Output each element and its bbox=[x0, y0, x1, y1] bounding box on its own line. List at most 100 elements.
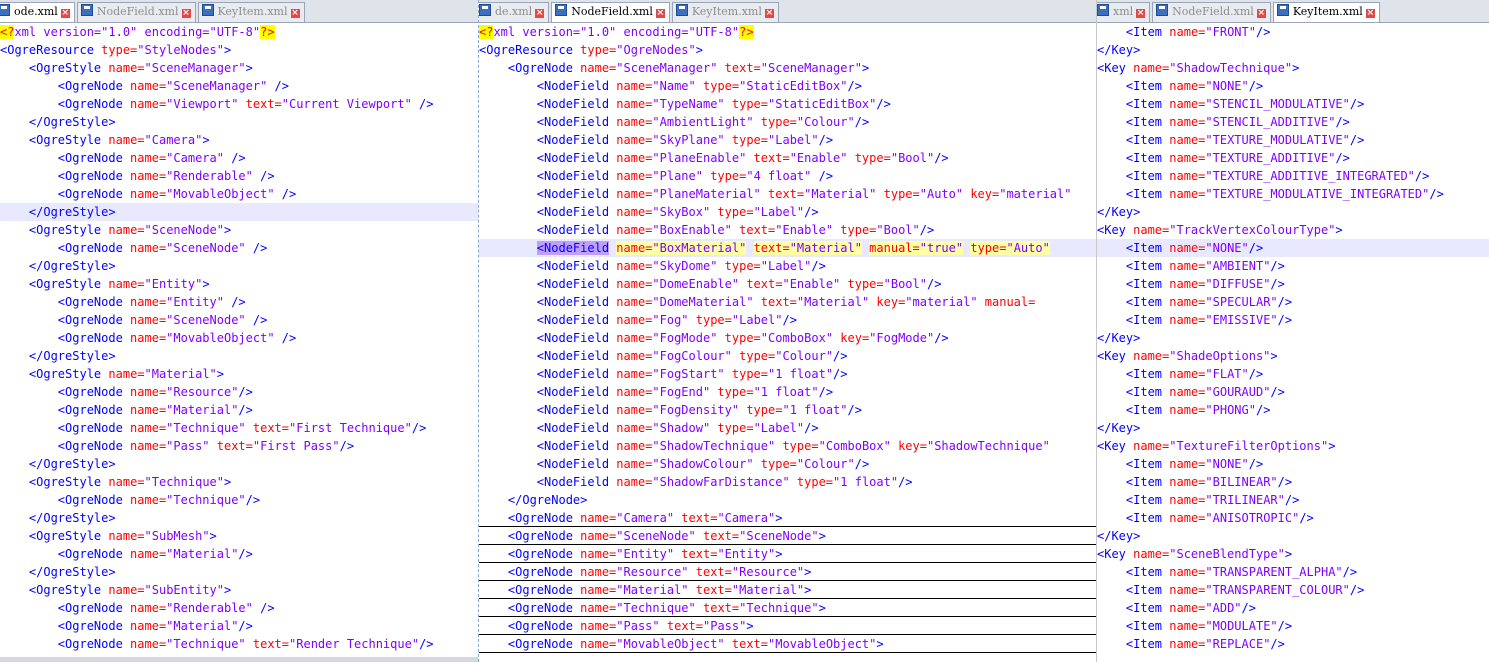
code-token: text= bbox=[674, 547, 718, 561]
code-line: <NodeField name="FogStart" type="1 float… bbox=[479, 365, 1096, 383]
close-tab-icon[interactable]: × bbox=[60, 9, 70, 18]
code-token: <OgreNode bbox=[57, 601, 131, 615]
code-token: "Technique" bbox=[144, 475, 224, 489]
code-token: name= bbox=[1133, 223, 1170, 237]
code-line: <OgreNode name="Material"/> bbox=[0, 545, 478, 563]
close-tab-icon[interactable]: × bbox=[1256, 9, 1266, 18]
code-line: <OgreNode name="Material"/> bbox=[0, 617, 478, 635]
code-token: /> bbox=[1277, 619, 1293, 633]
code-line: <OgreNode name="Technique" text="Render … bbox=[0, 635, 478, 653]
file-tab[interactable]: NodeField.xml × bbox=[551, 2, 670, 22]
code-token: "SceneManager" bbox=[166, 79, 268, 93]
code-token: manual= bbox=[977, 295, 1036, 309]
code-token: <OgreStyle bbox=[28, 367, 109, 381]
file-tab-label: KeyItem.xml bbox=[1292, 5, 1363, 18]
code-token: /> bbox=[1248, 367, 1264, 381]
code-token: > bbox=[223, 43, 232, 57]
code-token: "StaticEditBox" bbox=[768, 97, 877, 111]
code-token: "SceneNode" bbox=[739, 529, 819, 543]
file-tab[interactable]: KeyItem.xml × bbox=[1272, 2, 1380, 22]
close-tab-icon[interactable]: × bbox=[764, 9, 774, 18]
code-token: name= bbox=[108, 529, 145, 543]
code-token: text= bbox=[695, 601, 740, 615]
code-token: "material" bbox=[999, 187, 1072, 201]
code-token: <Item bbox=[1125, 367, 1170, 381]
close-tab-icon[interactable]: × bbox=[290, 9, 300, 18]
code-token: name= bbox=[130, 241, 167, 255]
code-view[interactable]: <Item name="FRONT"/> </Key> <Key name="Sha… bbox=[1097, 23, 1489, 653]
code-line: <Item name="TRANSPARENT_ALPHA"/> bbox=[1097, 563, 1489, 581]
code-line: </OgreStyle> bbox=[0, 509, 478, 527]
code-token: /> bbox=[876, 97, 891, 111]
file-tab[interactable]: NodeField.xml × bbox=[76, 2, 196, 22]
code-token: "SkyDome" bbox=[652, 259, 718, 273]
file-tab[interactable]: NodeField.xml × bbox=[1152, 2, 1271, 22]
file-tab[interactable]: KeyItem.xml × bbox=[197, 2, 305, 22]
code-token: <NodeField bbox=[536, 421, 617, 435]
file-tab[interactable]: de.xml × bbox=[479, 2, 550, 22]
code-token: name= bbox=[130, 79, 167, 93]
file-tab[interactable]: ode.xml × bbox=[0, 2, 75, 22]
code-token: "SPECULAR" bbox=[1205, 295, 1278, 309]
code-token: text= bbox=[659, 619, 703, 633]
close-tab-icon[interactable]: × bbox=[1136, 9, 1146, 18]
code-token: "ComboBox" bbox=[760, 331, 834, 345]
close-tab-icon[interactable]: × bbox=[1365, 9, 1375, 18]
code-token: /> bbox=[1277, 313, 1293, 327]
code-line: <Item name="BILINEAR"/> bbox=[1097, 473, 1489, 491]
code-token: name= bbox=[1169, 151, 1206, 165]
code-line: </OgreStyle> bbox=[0, 257, 478, 275]
close-tab-icon[interactable]: × bbox=[535, 9, 545, 18]
code-line: <OgreStyle name="Entity"> bbox=[0, 275, 478, 293]
code-line: <Item name="NONE"/> bbox=[1097, 455, 1489, 473]
file-tab-label: KeyItem.xml bbox=[691, 5, 762, 18]
code-line: <Item name="REPLACE"/> bbox=[1097, 635, 1489, 653]
code-token: "Bool" bbox=[883, 277, 927, 291]
code-token: /> bbox=[1349, 133, 1365, 147]
code-token: name= bbox=[130, 97, 167, 111]
code-token: <OgreNode bbox=[57, 151, 131, 165]
code-line: <Item name="TEXTURE_MODULATIVE"/> bbox=[1097, 131, 1489, 149]
code-line: </Key> bbox=[1097, 41, 1489, 59]
code-token: type= bbox=[710, 385, 754, 399]
code-token: name= bbox=[108, 475, 145, 489]
code-token: "NONE" bbox=[1205, 79, 1249, 93]
code-token: type= bbox=[710, 205, 754, 219]
code-token: name= bbox=[616, 259, 653, 273]
close-tab-icon[interactable]: × bbox=[655, 9, 665, 18]
code-token: "BILINEAR" bbox=[1205, 475, 1278, 489]
code-token: "Fog" bbox=[652, 313, 689, 327]
code-token: name= bbox=[1169, 601, 1206, 615]
code-token: </Key> bbox=[1097, 331, 1141, 345]
code-token: ?> bbox=[739, 25, 754, 39]
code-view[interactable]: <?xml version="1.0" encoding="UTF-8"?> <O… bbox=[0, 23, 478, 653]
close-tab-icon[interactable]: × bbox=[181, 9, 191, 18]
code-token: /> bbox=[245, 313, 268, 327]
code-line: <Item name="FLAT"/> bbox=[1097, 365, 1489, 383]
editor-pane-right: xml × NodeField.xml × KeyItem.xml × <Item nam… bbox=[1097, 0, 1489, 662]
file-tab[interactable]: xml × bbox=[1097, 2, 1151, 22]
code-line: <Key name="ShadeOptions"> bbox=[1097, 347, 1489, 365]
code-token: "TEXTURE_MODULATIVE" bbox=[1205, 133, 1350, 147]
code-line: <OgreNode name="MovableObject" /> bbox=[0, 185, 478, 203]
code-token: name= bbox=[1169, 403, 1206, 417]
code-view[interactable]: <?xml version="1.0" encoding="UTF-8"?> <O… bbox=[479, 23, 1096, 653]
code-token: "Technique" bbox=[739, 601, 819, 615]
code-token: "Auto" bbox=[1006, 241, 1050, 255]
code-line: <Item name="SPECULAR"/> bbox=[1097, 293, 1489, 311]
horizontal-scrollbar[interactable] bbox=[0, 657, 478, 662]
code-token: /> bbox=[411, 97, 434, 111]
code-token: /> bbox=[245, 493, 261, 507]
file-tab[interactable]: KeyItem.xml × bbox=[671, 2, 779, 22]
code-token: name= bbox=[616, 133, 653, 147]
code-line: <OgreNode name="MovableObject" text="Mov… bbox=[479, 635, 1096, 653]
code-token: /> bbox=[818, 133, 834, 147]
code-line: <OgreNode name="SceneManager" text="Scen… bbox=[479, 59, 1096, 77]
code-line: <OgreStyle name="SceneManager"> bbox=[0, 59, 478, 77]
code-line: <NodeField name="PlaneMaterial" text="Ma… bbox=[479, 185, 1096, 203]
code-token: type= bbox=[739, 403, 783, 417]
code-token: "SceneNode" bbox=[144, 223, 224, 237]
code-token: </OgreNode> bbox=[507, 493, 588, 507]
code-token: name= bbox=[130, 493, 167, 507]
code-token: "Technique" bbox=[166, 421, 246, 435]
